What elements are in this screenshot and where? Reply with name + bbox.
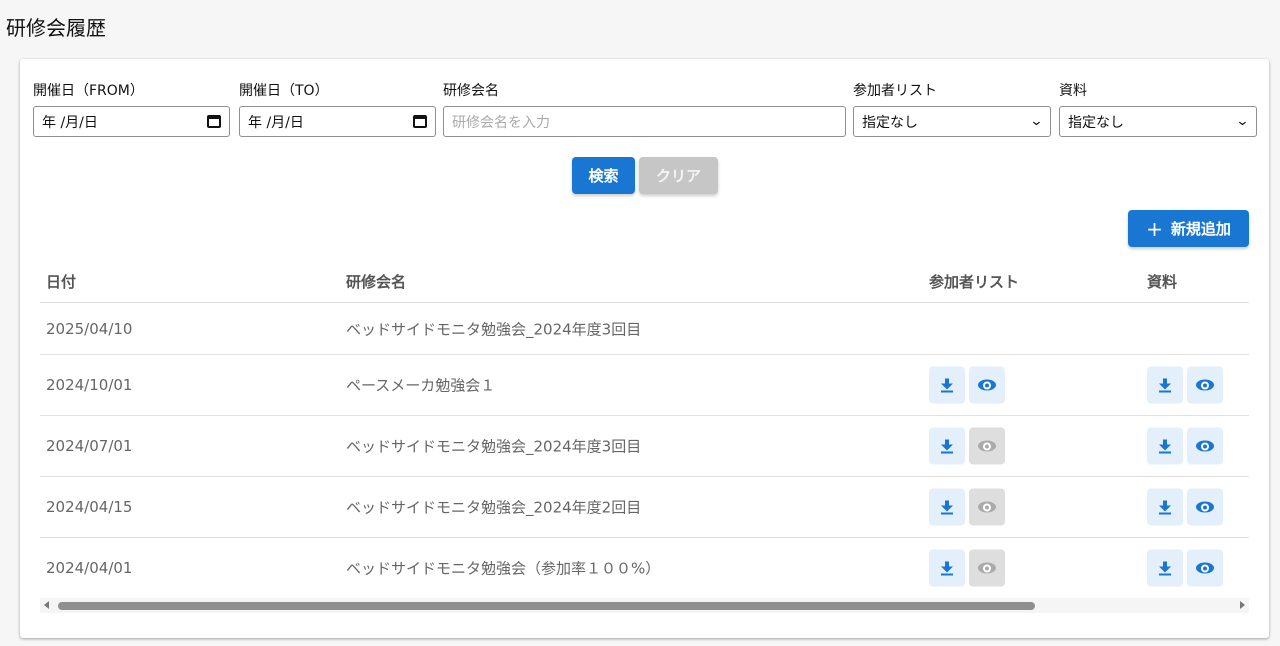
name-input[interactable]: 研修会名を入力 <box>443 106 846 137</box>
download-icon <box>941 561 953 575</box>
search-card: 開催日（FROM） 年 /月/日 開催日（TO） 年 /月/日 研修会名 研修会… <box>20 59 1269 638</box>
history-table: 日付 研修会名 参加者リスト 資料 2025/04/10 ベッドサイドモニタ勉強会… <box>40 259 1249 599</box>
name-label: 研修会名 <box>443 83 499 99</box>
row-name: ベッドサイドモニタ勉強会（参加率１００%） <box>346 559 661 578</box>
date-to-label: 開催日（TO） <box>239 83 329 99</box>
row-date: 2024/10/01 <box>46 376 133 394</box>
header-materials[interactable]: 資料 <box>1147 271 1177 292</box>
date-from-input[interactable]: 年 /月/日 <box>33 106 230 137</box>
horizontal-scrollbar[interactable] <box>40 598 1249 613</box>
eye-icon <box>1196 379 1214 391</box>
participants-download-button[interactable] <box>929 427 965 465</box>
scroll-left-arrow-icon[interactable] <box>44 601 49 609</box>
search-button[interactable]: 検索 <box>572 157 635 194</box>
header-participants[interactable]: 参加者リスト <box>929 271 1019 292</box>
chevron-down-icon: ⌄ <box>1029 114 1044 129</box>
materials-field: 資料 指定なし ⌄ <box>1059 81 1257 137</box>
materials-selected: 指定なし <box>1068 114 1124 131</box>
participants-download-button[interactable] <box>929 366 965 404</box>
row-name: ベッドサイドモニタ勉強会_2024年度3回目 <box>346 320 642 338</box>
materials-view-button[interactable] <box>1187 549 1223 587</box>
participants-label: 参加者リスト <box>853 83 937 99</box>
date-from-field: 開催日（FROM） 年 /月/日 <box>33 81 230 137</box>
date-to-value: 年 /月/日 <box>248 114 304 131</box>
participants-selected: 指定なし <box>862 114 918 131</box>
eye-icon <box>1196 440 1214 452</box>
header-date[interactable]: 日付 <box>46 271 76 292</box>
participants-view-button <box>969 427 1005 465</box>
materials-download-button[interactable] <box>1147 427 1183 465</box>
table-row: 2024/04/01 ベッドサイドモニタ勉強会（参加率１００%） <box>40 538 1249 599</box>
materials-download-button[interactable] <box>1147 366 1183 404</box>
download-icon <box>1159 378 1171 392</box>
name-field: 研修会名 研修会名を入力 <box>443 81 846 137</box>
participants-view-button[interactable] <box>969 366 1005 404</box>
table-row: 2024/04/15 ベッドサイドモニタ勉強会_2024年度2回目 <box>40 477 1249 538</box>
materials-download-button[interactable] <box>1147 549 1183 587</box>
download-icon <box>941 378 953 392</box>
date-from-label: 開催日（FROM） <box>33 83 144 99</box>
materials-label: 資料 <box>1059 83 1087 99</box>
calendar-icon[interactable] <box>207 115 221 128</box>
materials-select[interactable]: 指定なし ⌄ <box>1059 106 1257 137</box>
eye-icon <box>1196 501 1214 513</box>
download-icon <box>1159 561 1171 575</box>
page-title: 研修会履歴 <box>6 16 106 40</box>
eye-icon <box>978 562 996 574</box>
row-date: 2024/07/01 <box>46 437 133 455</box>
participants-download-button[interactable] <box>929 549 965 587</box>
eye-icon <box>978 379 996 391</box>
chevron-down-icon: ⌄ <box>1235 114 1250 129</box>
materials-download-button[interactable] <box>1147 488 1183 526</box>
download-icon <box>1159 500 1171 514</box>
materials-view-button[interactable] <box>1187 366 1223 404</box>
name-placeholder: 研修会名を入力 <box>452 114 550 131</box>
download-icon <box>941 500 953 514</box>
add-new-button[interactable]: + 新規追加 <box>1128 210 1249 247</box>
materials-view-button[interactable] <box>1187 488 1223 526</box>
table-header: 日付 研修会名 参加者リスト 資料 <box>40 259 1249 303</box>
participants-download-button[interactable] <box>929 488 965 526</box>
date-to-input[interactable]: 年 /月/日 <box>239 106 436 137</box>
download-icon <box>941 439 953 453</box>
eye-icon <box>978 501 996 513</box>
row-name: ペースメーカ勉強会１ <box>346 376 496 395</box>
row-date: 2024/04/01 <box>46 559 133 577</box>
row-name: ベッドサイドモニタ勉強会_2024年度3回目 <box>346 437 642 456</box>
date-from-value: 年 /月/日 <box>42 114 98 131</box>
table-body: 2025/04/10 ベッドサイドモニタ勉強会_2024年度3回目 2024/10/… <box>40 303 1249 599</box>
row-name: ベッドサイドモニタ勉強会_2024年度2回目 <box>346 498 642 517</box>
scroll-thumb[interactable] <box>58 602 1035 610</box>
table-row: 2024/10/01 ペースメーカ勉強会１ <box>40 355 1249 416</box>
header-name[interactable]: 研修会名 <box>346 271 406 292</box>
plus-icon: + <box>1146 216 1163 241</box>
date-to-field: 開催日（TO） 年 /月/日 <box>239 81 436 137</box>
clear-button[interactable]: クリア <box>639 157 718 194</box>
participants-field: 参加者リスト 指定なし ⌄ <box>853 81 1051 137</box>
participants-view-button <box>969 488 1005 526</box>
table-row: 2024/07/01 ベッドサイドモニタ勉強会_2024年度3回目 <box>40 416 1249 477</box>
materials-view-button[interactable] <box>1187 427 1223 465</box>
eye-icon <box>978 440 996 452</box>
participants-view-button <box>969 549 1005 587</box>
download-icon <box>1159 439 1171 453</box>
row-date: 2024/04/15 <box>46 498 133 516</box>
eye-icon <box>1196 562 1214 574</box>
participants-select[interactable]: 指定なし ⌄ <box>853 106 1051 137</box>
table-row: 2025/04/10 ベッドサイドモニタ勉強会_2024年度3回目 <box>40 303 1249 355</box>
row-date: 2025/04/10 <box>46 319 133 338</box>
scroll-right-arrow-icon[interactable] <box>1240 601 1245 609</box>
add-new-label: 新規追加 <box>1170 220 1231 238</box>
calendar-icon[interactable] <box>413 115 427 128</box>
